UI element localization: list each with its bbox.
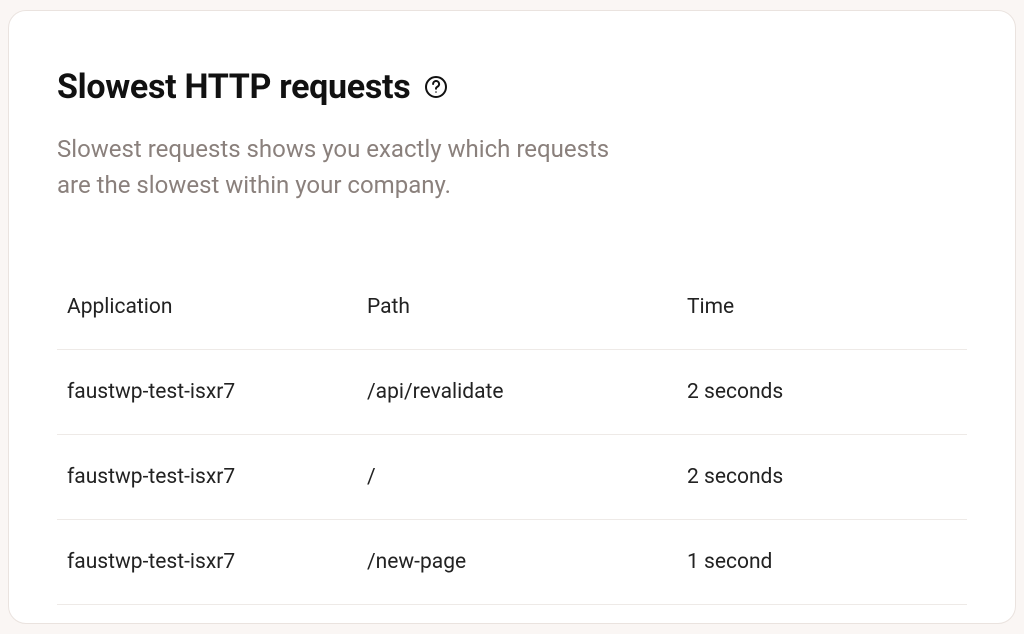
cell-path: / (367, 465, 687, 489)
card-title: Slowest HTTP requests (57, 67, 410, 107)
requests-table: Application Path Time faustwp-test-isxr7… (57, 265, 967, 605)
col-time: Time (687, 295, 957, 319)
table-row: faustwp-test-isxr7 / 2 seconds (57, 435, 967, 520)
cell-application: faustwp-test-isxr7 (67, 380, 367, 404)
cell-application: faustwp-test-isxr7 (67, 465, 367, 489)
table-row: faustwp-test-isxr7 /new-page 1 second (57, 520, 967, 605)
cell-application: faustwp-test-isxr7 (67, 550, 367, 574)
slowest-requests-card: Slowest HTTP requests Slowest requests s… (8, 10, 1016, 624)
table-header-row: Application Path Time (57, 265, 967, 350)
cell-time: 1 second (687, 550, 957, 574)
cell-path: /new-page (367, 550, 687, 574)
cell-time: 2 seconds (687, 465, 957, 489)
help-icon[interactable] (424, 75, 448, 99)
table-row: faustwp-test-isxr7 /api/revalidate 2 sec… (57, 350, 967, 435)
cell-time: 2 seconds (687, 380, 957, 404)
col-application: Application (67, 295, 367, 319)
card-header: Slowest HTTP requests (57, 67, 967, 107)
cell-path: /api/revalidate (367, 380, 687, 404)
card-subtitle: Slowest requests shows you exactly which… (57, 131, 637, 203)
col-path: Path (367, 295, 687, 319)
